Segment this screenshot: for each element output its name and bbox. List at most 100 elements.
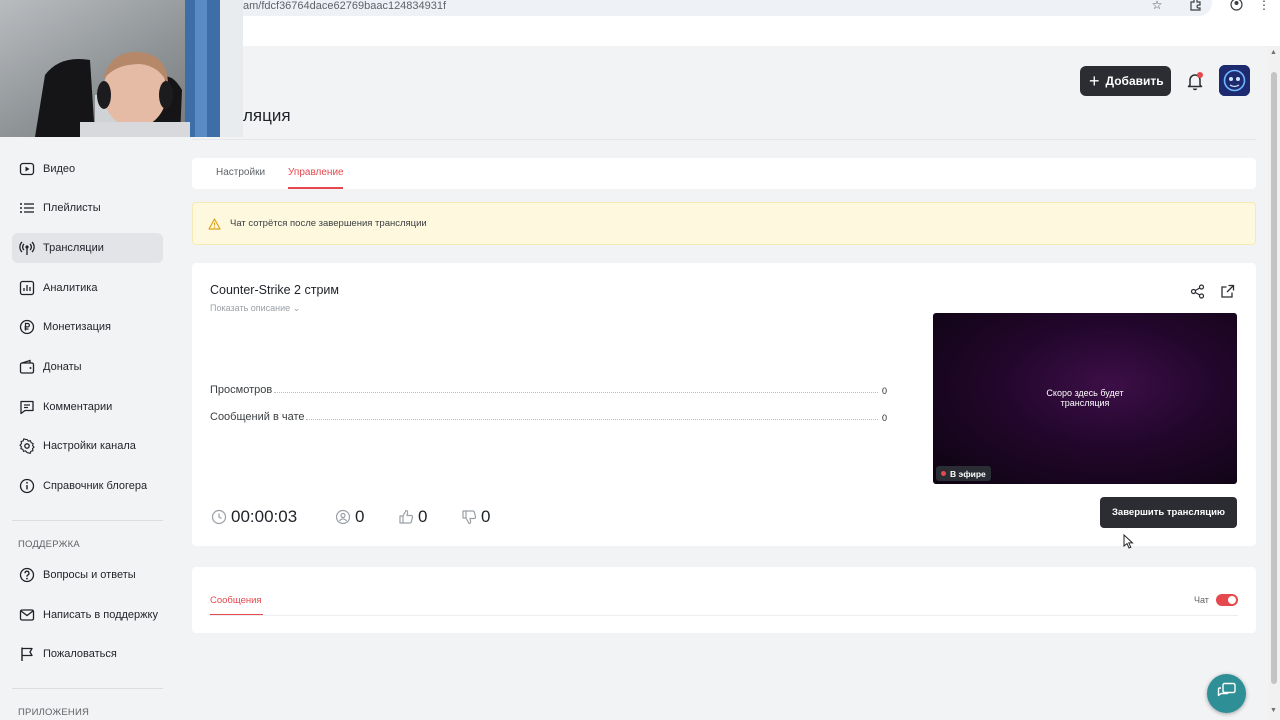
chat-warning-banner: Чат сотрётся после завершения трансляции <box>192 202 1256 245</box>
tab-manage[interactable]: Управление <box>288 167 344 178</box>
sidebar-item-label: Пожаловаться <box>43 648 117 660</box>
messages-divider <box>210 615 1238 616</box>
stat-label: Сообщений в чате <box>210 411 305 423</box>
sidebar-item-label: Аналитика <box>43 282 98 294</box>
active-tab-indicator <box>288 187 343 189</box>
sidebar-item-playlists[interactable]: Плейлисты <box>12 193 163 223</box>
sidebar-item-monetization[interactable]: Монетизация <box>12 312 163 342</box>
tab-messages[interactable]: Сообщения <box>210 595 262 606</box>
sidebar-item-label: Настройки канала <box>43 440 136 452</box>
stat-value: 0 <box>881 386 887 396</box>
address-url[interactable]: am/fdcf36764dace62769baac124834931f <box>243 0 446 12</box>
stream-card: Counter-Strike 2 стрим Показать описание… <box>192 263 1256 546</box>
broadcast-icon <box>19 240 35 256</box>
list-icon <box>19 200 35 216</box>
add-button-label: Добавить <box>1105 74 1164 88</box>
webcam-overlay <box>0 0 243 137</box>
warning-icon <box>208 217 221 230</box>
clock-icon <box>211 509 227 525</box>
video-icon <box>19 161 35 177</box>
ruble-icon <box>19 319 35 335</box>
sidebar-item-label: Монетизация <box>43 321 111 333</box>
stat-views: Просмотров 0 <box>210 382 887 396</box>
end-stream-button[interactable]: Завершить трансляцию <box>1100 497 1237 528</box>
sidebar-item-label: Видео <box>43 163 76 175</box>
sidebar-item-analytics[interactable]: Аналитика <box>12 273 163 303</box>
comment-icon <box>19 399 35 415</box>
sidebar-item-label: Трансляции <box>43 242 104 254</box>
stat-label: Просмотров <box>210 384 273 396</box>
question-icon <box>19 567 35 583</box>
flag-icon <box>19 646 35 662</box>
preview-placeholder-text: Скоро здесь будет трансляция <box>1046 388 1124 408</box>
like-count-value: 0 <box>418 507 428 526</box>
dislike-count: 0 <box>461 507 490 527</box>
notifications-bell-icon[interactable] <box>1186 71 1204 91</box>
stream-preview[interactable]: Скоро здесь будет трансляция В эфире <box>933 313 1237 484</box>
wallet-icon <box>19 359 35 375</box>
sidebar-item-label: Вопросы и ответы <box>43 569 136 581</box>
scroll-down-arrow-icon[interactable]: ▼ <box>1270 707 1278 714</box>
viewer-count-value: 0 <box>355 507 365 526</box>
avatar[interactable] <box>1219 65 1250 96</box>
messages-card: Сообщения Чат <box>192 567 1256 633</box>
sidebar-item-video[interactable]: Видео <box>12 154 163 184</box>
sidebar-divider <box>12 520 163 521</box>
duration-value: 00:00:03 <box>231 507 298 526</box>
sidebar-item-label: Комментарии <box>43 401 113 413</box>
browser-menu-icon[interactable]: ⋮ <box>1257 0 1271 12</box>
stat-chat-messages: Сообщений в чате 0 <box>210 409 887 423</box>
warning-text: Чат сотрётся после завершения трансляции <box>230 218 427 229</box>
chart-icon <box>19 280 35 296</box>
sidebar-item-contact-support[interactable]: Написать в поддержку <box>12 600 163 630</box>
sidebar-item-channel-settings[interactable]: Настройки канала <box>12 431 163 461</box>
sidebar-item-donations[interactable]: Донаты <box>12 352 163 382</box>
sidebar-item-faq[interactable]: Вопросы и ответы <box>12 560 163 590</box>
thumbs-up-icon <box>398 509 414 525</box>
sidebar-item-label: Написать в поддержку <box>43 609 158 621</box>
title-divider <box>192 139 1256 140</box>
chat-toggle[interactable] <box>1216 594 1238 606</box>
add-button[interactable]: + Добавить <box>1080 66 1171 96</box>
tabs-bar: Настройки Управление <box>192 158 1256 189</box>
apps-section-label: ПРИЛОЖЕНИЯ <box>18 707 90 718</box>
like-count: 0 <box>398 507 427 527</box>
sidebar-divider <box>12 688 163 689</box>
show-description-toggle[interactable]: Показать описание ⌄ <box>210 303 300 314</box>
tab-settings[interactable]: Настройки <box>216 167 265 178</box>
viewer-count: 0 <box>335 507 364 527</box>
mail-icon <box>19 607 35 623</box>
help-chat-button[interactable] <box>1207 674 1246 713</box>
gear-icon <box>19 438 35 454</box>
sidebar-item-label: Донаты <box>43 361 82 373</box>
scroll-up-arrow-icon[interactable]: ▲ <box>1270 49 1278 56</box>
stream-duration: 00:00:03 <box>211 507 297 527</box>
plus-icon: + <box>1089 71 1100 91</box>
chat-toggle-label: Чат <box>1194 595 1209 605</box>
sidebar-item-label: Справочник блогера <box>43 480 148 492</box>
open-external-icon[interactable] <box>1220 284 1235 304</box>
bookmark-star-icon[interactable]: ☆ <box>1150 0 1164 12</box>
show-description-label: Показать описание <box>210 303 291 313</box>
chat-bubbles-icon <box>1217 682 1237 705</box>
active-tab-indicator <box>210 614 263 615</box>
extensions-icon[interactable] <box>1188 0 1202 12</box>
chevron-down-icon: ⌄ <box>292 303 301 313</box>
mouse-pointer-icon <box>1123 533 1134 554</box>
share-icon[interactable] <box>1190 284 1205 304</box>
viewers-icon <box>335 509 351 525</box>
profile-icon[interactable] <box>1229 0 1243 12</box>
scrollbar-thumb[interactable] <box>1271 72 1277 684</box>
live-badge: В эфире <box>936 466 991 481</box>
sidebar-item-broadcasts[interactable]: Трансляции <box>12 233 163 263</box>
page-title: ляция <box>243 106 291 125</box>
info-icon <box>19 478 35 494</box>
sidebar-item-report[interactable]: Пожаловаться <box>12 639 163 669</box>
sidebar-item-blogger-guide[interactable]: Справочник блогера <box>12 471 163 501</box>
stream-title: Counter-Strike 2 стрим <box>210 283 339 297</box>
dislike-count-value: 0 <box>481 507 491 526</box>
support-section-label: ПОДДЕРЖКА <box>18 539 80 550</box>
sidebar-item-label: Плейлисты <box>43 202 101 214</box>
sidebar-item-comments[interactable]: Комментарии <box>12 392 163 422</box>
thumbs-down-icon <box>461 509 477 525</box>
